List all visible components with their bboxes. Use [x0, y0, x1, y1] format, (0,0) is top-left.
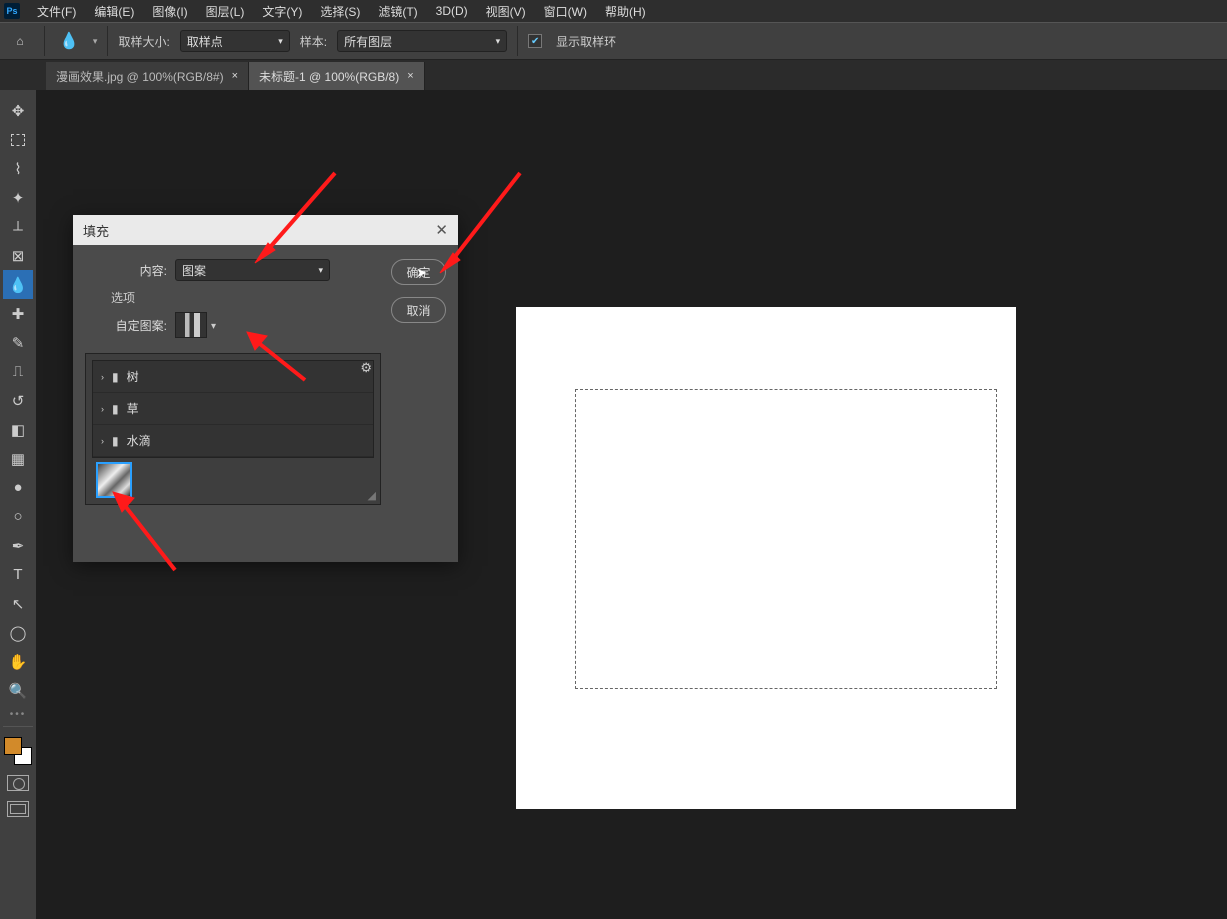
folder-icon: ▮: [112, 434, 119, 448]
pattern-dropdown-panel: ⚙ › ▮ 树 › ▮ 草 › ▮ 水滴 ◢: [85, 353, 381, 505]
cancel-button[interactable]: 取消: [391, 297, 446, 323]
menu-3d[interactable]: 3D(D): [427, 4, 477, 18]
selected-pattern-thumbnail[interactable]: [96, 462, 132, 498]
toolbar-separator: [3, 726, 33, 733]
menu-image[interactable]: 图像(I): [143, 3, 196, 20]
folder-label: 树: [127, 368, 139, 385]
dialog-titlebar[interactable]: 填充 ✕: [73, 215, 458, 245]
marquee-selection: [575, 389, 997, 689]
content-select[interactable]: 图案 ▾: [175, 259, 330, 281]
pattern-folder[interactable]: › ▮ 树: [93, 361, 373, 393]
eyedropper-tool-icon[interactable]: 💧: [55, 31, 83, 51]
type-tool[interactable]: T: [3, 560, 33, 589]
sample-size-value: 取样点: [187, 33, 223, 50]
ok-button[interactable]: 确定 ➤: [391, 259, 446, 285]
chevron-down-icon: ▾: [496, 36, 501, 47]
tab-close-icon[interactable]: ×: [407, 70, 413, 82]
brush-tool[interactable]: ✎: [3, 328, 33, 357]
document-tab-bar: 漫画效果.jpg @ 100%(RGB/8#) × 未标题-1 @ 100%(R…: [0, 60, 1227, 90]
folder-label: 水滴: [127, 432, 151, 449]
pen-tool[interactable]: ✒: [3, 531, 33, 560]
screen-mode-icon[interactable]: [7, 801, 29, 817]
sample-value: 所有图层: [344, 33, 392, 50]
resize-grip-icon[interactable]: ◢: [368, 489, 376, 502]
menu-bar: Ps 文件(F) 编辑(E) 图像(I) 图层(L) 文字(Y) 选择(S) 滤…: [0, 0, 1227, 22]
menu-window[interactable]: 窗口(W): [535, 3, 596, 20]
blur-tool[interactable]: ●: [3, 473, 33, 502]
toolbar-more-dots[interactable]: •••: [10, 709, 27, 720]
lasso-tool[interactable]: ⌇: [3, 154, 33, 183]
folder-icon: ▮: [112, 370, 119, 384]
menu-file[interactable]: 文件(F): [28, 3, 85, 20]
sample-size-select[interactable]: 取样点 ▾: [180, 30, 290, 52]
color-swatch[interactable]: [4, 737, 32, 765]
wand-tool[interactable]: ✦: [3, 183, 33, 212]
menu-help[interactable]: 帮助(H): [596, 3, 655, 20]
menu-edit[interactable]: 编辑(E): [85, 3, 143, 20]
sample-label: 样本:: [300, 33, 327, 50]
divider: [107, 26, 108, 56]
custom-pattern-picker[interactable]: ▾: [175, 312, 207, 338]
pattern-folder-list: › ▮ 树 › ▮ 草 › ▮ 水滴: [92, 360, 374, 458]
sample-size-label: 取样大小:: [118, 33, 169, 50]
chevron-right-icon: ›: [101, 404, 104, 414]
divider: [44, 26, 45, 56]
show-ring-checkbox[interactable]: ✔: [528, 34, 542, 48]
shape-tool[interactable]: ◯: [3, 618, 33, 647]
tab-label: 未标题-1 @ 100%(RGB/8): [259, 68, 399, 85]
tab-label: 漫画效果.jpg @ 100%(RGB/8#): [56, 68, 224, 85]
marquee-tool[interactable]: [3, 125, 33, 154]
options-bar: ⌂ 💧 ▾ 取样大小: 取样点 ▾ 样本: 所有图层 ▾ ✔ 显示取样环: [0, 22, 1227, 60]
custom-pattern-label: 自定图案:: [85, 317, 175, 334]
pattern-folder[interactable]: › ▮ 水滴: [93, 425, 373, 457]
chevron-right-icon: ›: [101, 436, 104, 446]
chevron-down-icon[interactable]: ▾: [93, 36, 98, 47]
foreground-color[interactable]: [4, 737, 22, 755]
sample-select[interactable]: 所有图层 ▾: [337, 30, 507, 52]
menu-type[interactable]: 文字(Y): [253, 3, 311, 20]
home-button[interactable]: ⌂: [6, 27, 34, 55]
folder-icon: ▮: [112, 402, 119, 416]
document-tab[interactable]: 未标题-1 @ 100%(RGB/8) ×: [249, 62, 425, 90]
content-select-value: 图案: [182, 262, 206, 279]
eraser-tool[interactable]: ◧: [3, 415, 33, 444]
show-ring-label: 显示取样环: [556, 33, 616, 50]
tools-panel: ✥ ⌇ ✦ ⟂ ⊠ 💧 ✚ ✎ ⎍ ↺ ◧ ▦ ● ○ ✒ T ↖ ◯ ✋ 🔍 …: [0, 90, 36, 919]
healing-brush-tool[interactable]: ✚: [3, 299, 33, 328]
dialog-title: 填充: [83, 221, 109, 240]
eyedropper-tool[interactable]: 💧: [3, 270, 33, 299]
gear-icon[interactable]: ⚙: [360, 360, 372, 376]
hand-tool[interactable]: ✋: [3, 647, 33, 676]
chevron-right-icon: ›: [101, 372, 104, 382]
clone-stamp-tool[interactable]: ⎍: [3, 357, 33, 386]
folder-label: 草: [127, 400, 139, 417]
document-canvas[interactable]: [516, 307, 1016, 809]
home-icon: ⌂: [16, 34, 23, 48]
menu-view[interactable]: 视图(V): [477, 3, 535, 20]
dodge-tool[interactable]: ○: [3, 502, 33, 531]
menu-layer[interactable]: 图层(L): [197, 3, 254, 20]
chevron-down-icon: ▾: [211, 321, 216, 332]
gradient-tool[interactable]: ▦: [3, 444, 33, 473]
pattern-folder[interactable]: › ▮ 草: [93, 393, 373, 425]
cancel-button-label: 取消: [406, 302, 430, 319]
menu-filter[interactable]: 滤镜(T): [369, 3, 426, 20]
menu-select[interactable]: 选择(S): [311, 3, 369, 20]
crop-tool[interactable]: ⟂: [3, 212, 33, 241]
mouse-cursor-icon: ➤: [416, 265, 427, 281]
document-tab[interactable]: 漫画效果.jpg @ 100%(RGB/8#) ×: [46, 62, 249, 90]
divider: [517, 26, 518, 56]
content-label: 内容:: [85, 262, 175, 279]
app-logo: Ps: [4, 3, 20, 19]
quick-mask-icon[interactable]: [7, 775, 29, 791]
path-selection-tool[interactable]: ↖: [3, 589, 33, 618]
history-brush-tool[interactable]: ↺: [3, 386, 33, 415]
zoom-tool[interactable]: 🔍: [3, 676, 33, 705]
tab-close-icon[interactable]: ×: [232, 70, 238, 82]
chevron-down-icon: ▾: [318, 265, 323, 276]
frame-tool[interactable]: ⊠: [3, 241, 33, 270]
dialog-close-icon[interactable]: ✕: [435, 221, 448, 239]
move-tool[interactable]: ✥: [3, 96, 33, 125]
chevron-down-icon: ▾: [278, 36, 283, 47]
